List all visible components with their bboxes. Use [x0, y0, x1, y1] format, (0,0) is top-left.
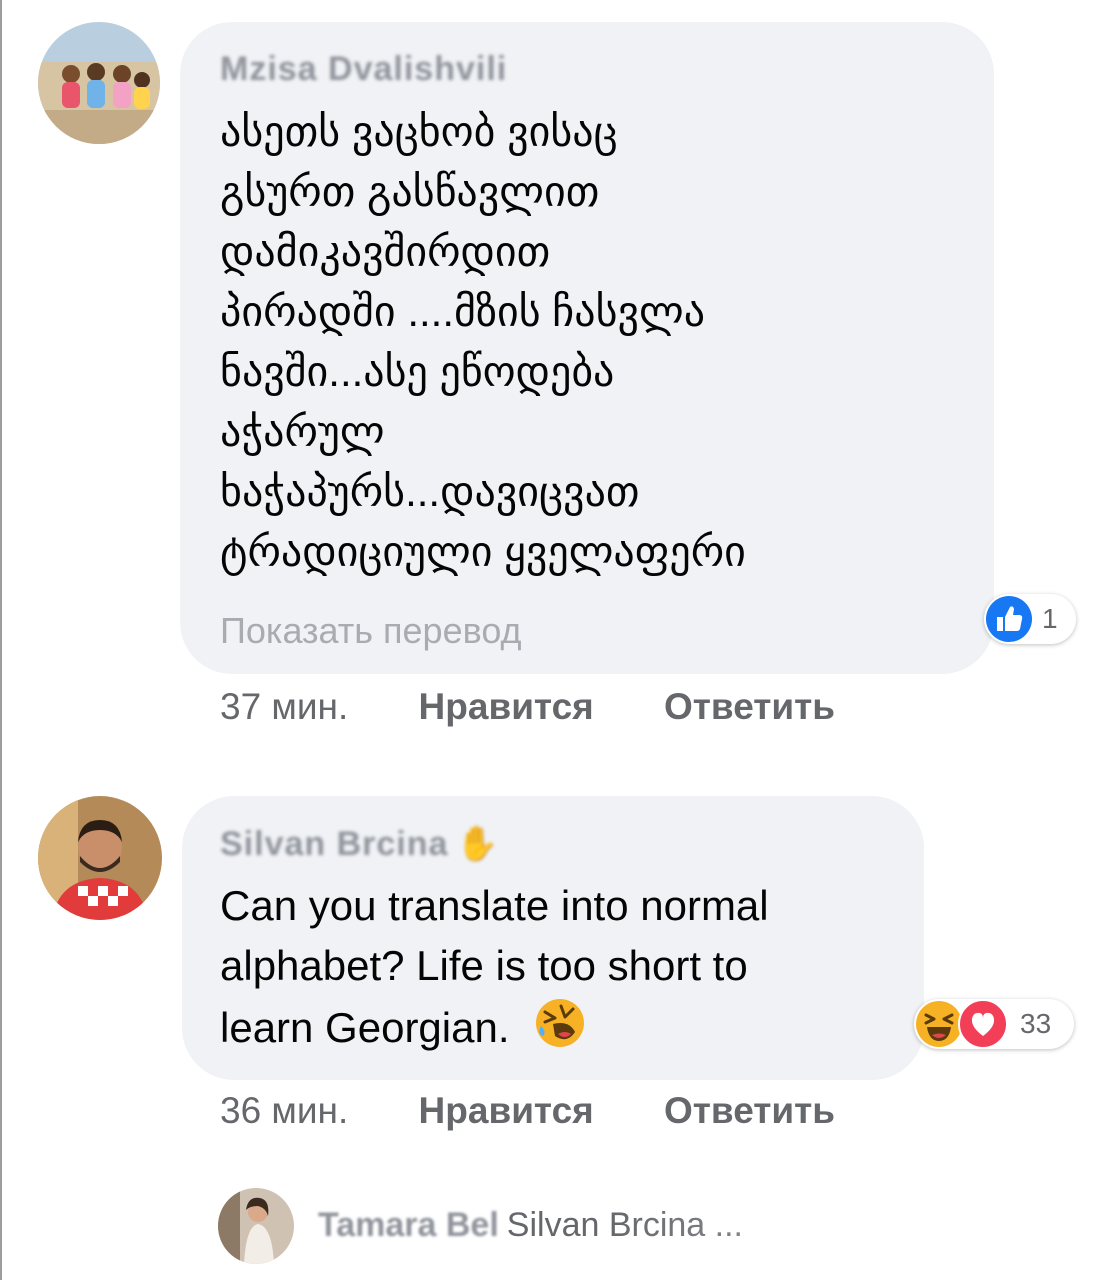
- comment-text: ასეთს ვაცხობ ვისაც გსურთ გასწავლით დამიკ…: [220, 108, 746, 575]
- left-edge-divider: [0, 0, 2, 1280]
- rolling-laughing-emoji-icon: [533, 996, 587, 1066]
- comment-timestamp[interactable]: 36 мин.: [220, 1090, 348, 1131]
- comment-author[interactable]: Silvan Brcina ✋: [220, 824, 500, 864]
- reply-author: Tamara Bel: [318, 1206, 499, 1244]
- comment-actions: 36 мин. Нравится Ответить: [220, 1090, 835, 1132]
- reply-preview-fade: [610, 1200, 850, 1260]
- reply-button[interactable]: Ответить: [664, 1090, 835, 1131]
- love-icon: [958, 999, 1008, 1049]
- reaction-count: 33: [1020, 1008, 1052, 1039]
- comment-timestamp[interactable]: 37 мин.: [220, 686, 348, 727]
- like-button[interactable]: Нравится: [419, 686, 594, 727]
- comment-actions: 37 мин. Нравится Ответить: [220, 686, 835, 728]
- reaction-count: 1: [1042, 603, 1058, 634]
- wave-hand-icon: ✋: [456, 825, 500, 863]
- like-icon: [986, 596, 1032, 642]
- comment-text: Can you translate into normal alphabet? …: [220, 876, 769, 1066]
- show-translation-link[interactable]: Показать перевод: [220, 610, 522, 652]
- reply-button[interactable]: Ответить: [664, 686, 835, 727]
- reaction-summary[interactable]: 33: [914, 999, 1074, 1049]
- haha-icon: [916, 1001, 962, 1047]
- avatar-tamara[interactable]: [218, 1188, 294, 1264]
- reaction-summary[interactable]: 1: [984, 594, 1076, 644]
- like-button[interactable]: Нравится: [419, 1090, 594, 1131]
- comment-author[interactable]: Mzisa Dvalishvili: [220, 50, 507, 89]
- avatar-mzisa[interactable]: [38, 22, 160, 144]
- avatar-silvan[interactable]: [38, 796, 162, 920]
